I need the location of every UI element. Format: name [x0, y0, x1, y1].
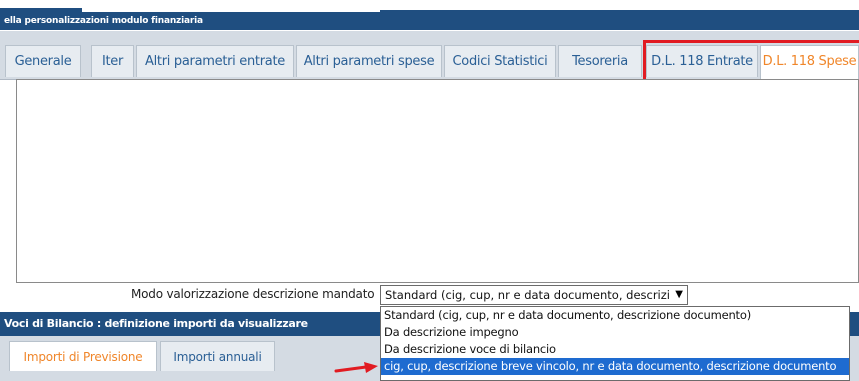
dropdown-option[interactable]: Standard (cig, cup, nr e data documento,… [381, 307, 849, 324]
chevron-down-icon[interactable]: ▼ [675, 286, 683, 304]
tab-altri-parametri-entrate[interactable]: Altri parametri entrate [136, 45, 294, 77]
tab-tesoreria[interactable]: Tesoreria [558, 45, 642, 77]
dropdown-option[interactable]: Da descrizione voce di bilancio [381, 341, 849, 358]
dropdown-option-selected[interactable]: cig, cup, descrizione breve vincolo, nr … [381, 358, 849, 375]
tab-iter[interactable]: Iter [91, 45, 134, 77]
panel-title: ella personalizzazioni modulo finanziari… [0, 12, 859, 30]
dropdown-option[interactable]: Da descrizione impegno [381, 324, 849, 341]
select-value: Standard (cig, cup, nr e data documento,… [385, 288, 669, 302]
tab-altri-parametri-spese[interactable]: Altri parametri spese [296, 45, 442, 77]
tab-codici-statistici[interactable]: Codici Statistici [444, 45, 556, 77]
tab-dl118-entrate[interactable]: D.L. 118 Entrate [646, 45, 758, 77]
tab-importi-previsione[interactable]: Importi di Previsione [9, 341, 157, 371]
tab-content-area [16, 79, 859, 283]
top-strip [0, 0, 859, 12]
tab-bar: Generale Iter Altri parametri entrate Al… [0, 31, 859, 80]
tab-dl118-spese[interactable]: D.L. 118 Spese [760, 45, 859, 79]
mandate-description-select[interactable]: Standard (cig, cup, nr e data documento,… [380, 285, 688, 305]
tab-importi-annuali[interactable]: Importi annuali [160, 341, 275, 371]
mandate-description-label: Modo valorizzazione descrizione mandato [131, 287, 375, 301]
select-dropdown-list: Standard (cig, cup, nr e data documento,… [380, 306, 850, 381]
red-arrow-icon [334, 362, 378, 373]
tab-generale[interactable]: Generale [5, 45, 81, 77]
